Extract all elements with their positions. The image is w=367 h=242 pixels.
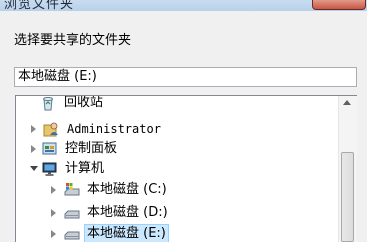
- user-folder-icon: [43, 122, 58, 137]
- drive-icon: [64, 231, 80, 240]
- computer-icon: [42, 162, 57, 176]
- drive-icon: [64, 210, 80, 219]
- folder-path-field[interactable]: 本地磁盘 (E:): [14, 67, 357, 87]
- folder-tree[interactable]: 回收站 Administrator 控制面板 计算机 本地磁盘 (C:) 本地磁…: [15, 95, 357, 242]
- tree-item-label: 控制面板: [65, 141, 118, 156]
- expand-arrow-icon[interactable]: [51, 230, 56, 238]
- recycle-bin-icon: [43, 97, 53, 111]
- scroll-up-icon[interactable]: [343, 100, 351, 105]
- tree-item-label: 计算机: [65, 161, 105, 176]
- collapse-arrow-icon[interactable]: [30, 166, 38, 171]
- tree-item-label: 本地磁盘 (E:): [84, 224, 169, 242]
- scroll-thumb[interactable]: [341, 152, 354, 242]
- expand-arrow-icon[interactable]: [31, 125, 36, 133]
- control-panel-icon: [42, 142, 57, 155]
- tree-item-label: 回收站: [64, 95, 104, 110]
- expand-arrow-icon[interactable]: [51, 209, 56, 217]
- instruction-text: 选择要共享的文件夹: [14, 33, 132, 48]
- tree-item-label: 本地磁盘 (D:): [87, 205, 168, 220]
- tree-item-label: Administrator: [67, 122, 161, 136]
- window-title: 浏览文件夹: [4, 0, 75, 11]
- expand-arrow-icon[interactable]: [31, 145, 36, 153]
- system-drive-icon: [64, 183, 80, 196]
- tree-scrollbar[interactable]: [338, 96, 357, 242]
- expand-arrow-icon[interactable]: [51, 186, 56, 194]
- title-bar: 浏览文件夹: [0, 0, 367, 11]
- close-button[interactable]: [312, 0, 366, 10]
- tree-item-label: 本地磁盘 (C:): [87, 182, 167, 197]
